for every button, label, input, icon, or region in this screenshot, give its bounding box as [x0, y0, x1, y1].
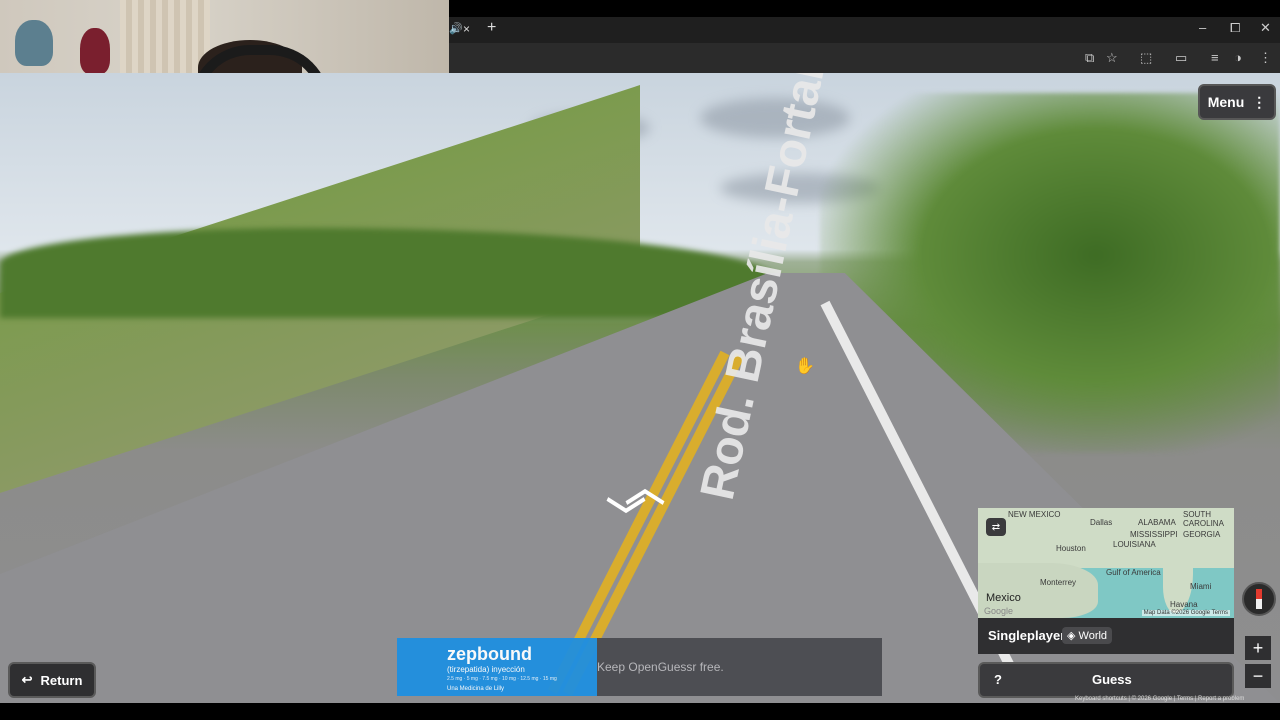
map-label: ALABAMA [1138, 518, 1176, 527]
speaker-icon[interactable]: 🔊 [449, 22, 463, 35]
map-label: NEW MEXICO [1008, 510, 1061, 519]
ad-subtitle: (tirzepatida) inyección [447, 665, 525, 674]
world-label: World [1078, 630, 1108, 642]
map-label: LOUISIANA [1113, 540, 1156, 549]
game-mode-bar: Singleplayer ◈ World [978, 618, 1234, 654]
trees-left [0, 228, 780, 318]
tab-bar: 🔊 × + – ⧠ ✕ [449, 17, 1280, 43]
return-label: Return [40, 672, 83, 688]
return-arrow-icon: ↩ [21, 672, 33, 687]
layers-icon: ◈ [1067, 630, 1079, 642]
map-label: Monterrey [1040, 578, 1077, 587]
wall-hat-blue [15, 20, 53, 66]
zoom-out-button[interactable]: − [1245, 664, 1271, 688]
map-toggle-icon[interactable]: ⇄ [986, 518, 1006, 536]
move-back-arrow[interactable]: ﹀ [606, 498, 646, 538]
map-footer-links[interactable]: Keyboard shortcuts | © 2026 Google | Ter… [1075, 696, 1244, 702]
extensions-icon[interactable]: ⬚ [1140, 50, 1152, 66]
profile-icon[interactable]: ◑ [1234, 50, 1242, 65]
tab-close-button[interactable]: × [463, 22, 470, 36]
map-label: GEORGIA [1183, 530, 1221, 539]
ad-creative[interactable]: zepbound (tirzepatida) inyección 2.5 mg … [397, 638, 597, 696]
zoom-in-button[interactable]: + [1245, 636, 1271, 660]
menu-button[interactable]: Menu ⋮ [1198, 84, 1276, 120]
address-bar: ⧉ ☆ ⬚ ▭ ≡ ◑ ⋮ [449, 43, 1280, 73]
compass-icon[interactable] [1242, 582, 1276, 616]
map-label: Miami [1190, 582, 1212, 591]
help-button[interactable]: ? [994, 672, 1002, 687]
singleplayer-label: Singleplayer [988, 628, 1066, 643]
more-icon[interactable]: ⋮ [1259, 50, 1272, 66]
hand-cursor-icon: ✋ [795, 358, 815, 375]
return-button[interactable]: ↩ Return [8, 662, 96, 698]
map-label: Gulf of America [1106, 568, 1161, 577]
google-logo: Google [984, 606, 1014, 616]
star-icon[interactable]: ☆ [1106, 50, 1118, 66]
wall-hat-red [80, 28, 110, 74]
ad-message: Keep OpenGuessr free. [597, 660, 724, 674]
minimize-button[interactable]: – [1199, 20, 1206, 35]
map-label: Dallas [1090, 518, 1113, 527]
compass-needle [1256, 589, 1262, 609]
map-label: Havana [1170, 600, 1198, 609]
guess-label: Guess [1092, 672, 1132, 687]
map-label: MISSISSIPPI [1130, 530, 1178, 539]
media-icon[interactable]: ≡ [1211, 50, 1219, 65]
maximize-button[interactable]: ⧠ [1230, 20, 1240, 36]
ad-brand: zepbound [447, 644, 532, 664]
guess-button[interactable]: ? Guess [978, 662, 1234, 698]
menu-label: Menu [1207, 94, 1245, 110]
map-attribution[interactable]: Map Data ©2026 Google Terms [1141, 610, 1230, 616]
translate-icon[interactable]: ⧉ [1085, 50, 1094, 66]
ad-maker: Una Medicina de Lilly [447, 686, 505, 692]
ad-banner[interactable]: zepbound (tirzepatida) inyección 2.5 mg … [397, 638, 882, 696]
guess-map[interactable]: NEW MEXICO Dallas ALABAMA SOUTH CAROLINA… [978, 508, 1234, 618]
world-map-badge: ◈ World [1062, 627, 1113, 644]
map-label: SOUTH CAROLINA [1183, 510, 1224, 528]
kebab-icon: ⋮ [1252, 93, 1267, 110]
new-tab-button[interactable]: + [487, 19, 496, 37]
map-label-country: Mexico [986, 592, 1021, 604]
cast-icon[interactable]: ▭ [1175, 50, 1187, 66]
map-label: Houston [1056, 544, 1086, 553]
close-window-button[interactable]: ✕ [1260, 20, 1271, 36]
ad-fine-print: 2.5 mg · 5 mg · 7.5 mg · 10 mg · 12.5 mg… [447, 676, 557, 682]
